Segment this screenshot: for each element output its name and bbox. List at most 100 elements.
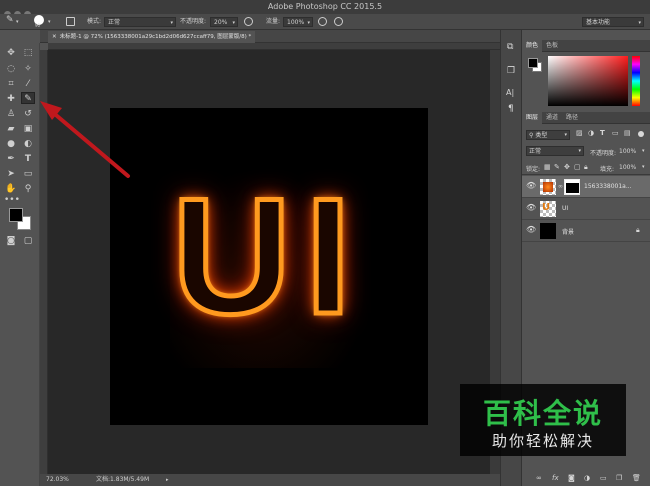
- adjustment-layer-icon[interactable]: ◑: [584, 474, 590, 482]
- layer-mask-thumbnail[interactable]: [564, 179, 580, 195]
- layer-row[interactable]: 👁︎ 背景 🔒︎: [522, 220, 650, 242]
- chain-link-icon[interactable]: ∞: [558, 183, 563, 190]
- new-layer-icon[interactable]: ❐: [616, 474, 622, 482]
- status-bar: 72.03% 文档:1.83M/5.49M ▸: [40, 474, 500, 486]
- lasso-tool-icon[interactable]: ◌: [4, 63, 18, 75]
- clone-stamp-tool-icon[interactable]: ♙: [4, 108, 18, 120]
- filter-smart-icon[interactable]: ▤: [624, 129, 631, 137]
- crop-tool-icon[interactable]: ⌗: [4, 78, 18, 90]
- chevron-down-icon[interactable]: ▾: [642, 148, 645, 154]
- filter-shape-icon[interactable]: ▭: [612, 129, 619, 137]
- visibility-eye-icon[interactable]: 👁︎: [526, 181, 536, 190]
- new-group-icon[interactable]: ▭: [600, 474, 607, 482]
- watermark-subtitle: 助你轻松解决: [491, 432, 594, 450]
- eraser-tool-icon[interactable]: ▰: [4, 123, 18, 135]
- layer-thumbnail: U: [540, 201, 556, 217]
- visibility-eye-icon[interactable]: 👁︎: [526, 203, 536, 212]
- quick-mask-icon[interactable]: ◙: [4, 235, 18, 247]
- brush-tool-icon[interactable]: ✎: [21, 92, 35, 104]
- chevron-down-icon[interactable]: ▾: [642, 164, 645, 170]
- character-panel-icon[interactable]: A|: [506, 88, 514, 97]
- screen-mode-icon[interactable]: ▢: [21, 235, 35, 247]
- lock-paint-icon[interactable]: ✎: [554, 163, 560, 171]
- link-layers-icon[interactable]: ∞: [536, 474, 542, 482]
- healing-brush-tool-icon[interactable]: ✚: [4, 93, 18, 105]
- pressure-size-icon[interactable]: [334, 17, 343, 26]
- brush-size-value: 90: [35, 23, 41, 28]
- layer-name: 背景: [562, 229, 575, 236]
- layer-opacity-label: 不透明度:: [590, 150, 617, 157]
- shape-tool-icon[interactable]: ▭: [21, 168, 35, 180]
- paragraph-panel-icon[interactable]: ¶: [508, 104, 514, 114]
- layer-row[interactable]: 👁︎ U UI: [522, 198, 650, 220]
- lock-transparent-icon[interactable]: ▦: [544, 163, 551, 171]
- layer-style-icon[interactable]: fx: [552, 474, 559, 482]
- brush-panel-toggle-icon[interactable]: [66, 17, 75, 26]
- magic-wand-tool-icon[interactable]: ✧: [21, 63, 35, 75]
- eyedropper-tool-icon[interactable]: ⁄: [21, 78, 35, 90]
- layer-filter-value: 类型: [535, 132, 548, 139]
- layers-panel-footer: ∞ fx ◙ ◑ ▭ ❐ 🗑︎: [522, 472, 650, 486]
- color-field[interactable]: [548, 56, 628, 106]
- type-tool-icon[interactable]: T: [21, 153, 35, 165]
- options-bar: ✎ ▾ 90 ▾ 模式: 正常 ▾ 不透明度: 20% ▾ 流量: 100% ▾ 基本…: [0, 14, 650, 30]
- layer-filter-select[interactable]: ⚲ 类型 ▾: [526, 130, 570, 140]
- flow-field-value: 100%: [287, 19, 305, 26]
- history-brush-tool-icon[interactable]: ↺: [21, 108, 35, 120]
- tab-channels[interactable]: 通道: [542, 112, 562, 124]
- brush-tool-icon[interactable]: ✎: [6, 15, 14, 25]
- workspace-select[interactable]: 基本功能 ▾: [582, 17, 644, 27]
- properties-panel-icon[interactable]: ❐: [507, 66, 515, 76]
- mode-select[interactable]: 正常 ▾: [104, 17, 176, 27]
- document-canvas[interactable]: UI: [110, 108, 428, 425]
- more-tools-icon[interactable]: •••: [4, 194, 20, 206]
- add-mask-icon[interactable]: ◙: [568, 474, 575, 482]
- dodge-tool-icon[interactable]: ◐: [21, 138, 35, 150]
- workspace-select-value: 基本功能: [586, 19, 611, 26]
- tool-preset-chevron-icon[interactable]: ▾: [16, 17, 19, 27]
- filter-toggle-icon[interactable]: [638, 131, 644, 137]
- pen-tool-icon[interactable]: ✒: [4, 153, 18, 165]
- blur-tool-icon[interactable]: ●: [4, 138, 18, 150]
- zoom-level[interactable]: 72.03%: [46, 474, 69, 486]
- lock-artboard-icon[interactable]: ▢: [574, 163, 581, 171]
- layers-panel-tabs: 图层 通道 路径: [522, 112, 650, 124]
- tab-paths[interactable]: 路径: [562, 112, 582, 124]
- layer-opacity-value[interactable]: 100%: [619, 148, 636, 155]
- pressure-opacity-icon[interactable]: [244, 17, 253, 26]
- filter-type-icon[interactable]: T: [600, 129, 605, 137]
- status-menu-chevron-icon[interactable]: ▸: [166, 474, 169, 486]
- filter-pixel-icon[interactable]: ▨: [576, 129, 583, 137]
- brush-picker-chevron-icon[interactable]: ▾: [48, 17, 51, 27]
- zoom-tool-icon[interactable]: ⚲: [21, 183, 35, 195]
- history-panel-icon[interactable]: ⧉: [507, 42, 513, 52]
- lock-all-icon[interactable]: 🔒︎: [584, 163, 588, 172]
- filter-adjustment-icon[interactable]: ◑: [588, 129, 594, 137]
- tab-layers[interactable]: 图层: [522, 112, 543, 124]
- path-selection-tool-icon[interactable]: ➤: [4, 168, 18, 180]
- blend-mode-select[interactable]: 正常 ▾: [526, 146, 584, 156]
- airbrush-icon[interactable]: [318, 17, 327, 26]
- layer-thumbnail: [540, 179, 556, 195]
- visibility-eye-icon[interactable]: 👁︎: [526, 225, 536, 234]
- hue-slider[interactable]: [632, 56, 640, 106]
- layer-row[interactable]: 👁︎ ∞ 1563338001a...: [522, 176, 650, 198]
- trash-icon[interactable]: 🗑︎: [632, 474, 641, 482]
- panel-foreground-swatch[interactable]: [528, 58, 538, 68]
- tab-swatches[interactable]: 色板: [542, 40, 562, 52]
- lock-move-icon[interactable]: ✥: [564, 163, 570, 171]
- document-size: 文档:1.83M/5.49M: [96, 476, 150, 483]
- marquee-tool-icon[interactable]: ⬚: [21, 47, 35, 59]
- document-tab[interactable]: ✕ 未标题-1 @ 72% (1563338001a29c1bd2d06d627c…: [48, 31, 256, 43]
- fill-value[interactable]: 100%: [619, 164, 636, 171]
- move-tool-icon[interactable]: ✥: [4, 47, 18, 59]
- flow-field[interactable]: 100% ▾: [283, 17, 313, 27]
- mode-select-value: 正常: [108, 19, 121, 26]
- watermark-title: 百科全说: [482, 397, 603, 430]
- foreground-color-swatch[interactable]: [9, 208, 23, 222]
- opacity-field[interactable]: 20% ▾: [210, 17, 238, 27]
- chevron-down-icon: ▾: [578, 148, 581, 154]
- tab-color[interactable]: 颜色: [522, 40, 543, 52]
- gradient-tool-icon[interactable]: ▣: [21, 123, 35, 135]
- close-icon[interactable]: ✕: [52, 34, 57, 40]
